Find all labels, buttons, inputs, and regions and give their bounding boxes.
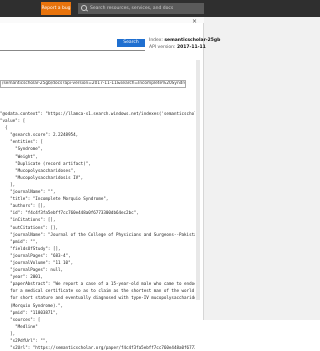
- results-line: "entities": [: [0, 139, 43, 145]
- results-line: "@odata.context": "https://llamca-s1.sea…: [0, 111, 195, 116]
- results-line: for short stature and eventually diagnos…: [0, 295, 195, 301]
- results-line: for a medical certificate so as to claim…: [0, 288, 195, 294]
- results-line: "pmid": "",: [0, 238, 38, 244]
- index-value: semanticscholar-25gb: [164, 38, 221, 43]
- results-line: {: [0, 125, 8, 131]
- results-line: "value": [: [0, 118, 26, 124]
- results-line: "journalPages": "683-4",: [0, 252, 71, 258]
- results-line: "id": "f4c4f3fa5ebff7cc760e448a0f6773300…: [0, 210, 139, 216]
- results-line: "journalVolume": "11 10",: [0, 259, 74, 265]
- report-bug-button[interactable]: Report a bug: [41, 2, 71, 15]
- query-input[interactable]: [0, 50, 145, 51]
- results-line: "outCitations": [],: [0, 224, 58, 230]
- portal-search-placeholder: Search resources, services, and docs: [90, 6, 174, 11]
- results-line: "journalName": "",: [0, 189, 56, 195]
- results-line: "title": "Incomplete Morquio Syndrome",: [0, 196, 109, 202]
- portal-background: [204, 17, 320, 320]
- results-line: "Mucopolysaccharidoses",: [0, 167, 76, 173]
- portal-search-box[interactable]: Search resources, services, and docs: [78, 3, 204, 14]
- results-scrollbar[interactable]: [196, 60, 200, 300]
- results-line: "sources": [: [0, 316, 41, 322]
- api-version-value: 2017-11-11: [177, 45, 206, 50]
- results-line: "Mucopolysaccharidosis IV",: [0, 174, 84, 180]
- results-line: "paperAbstract": "We report a case of a …: [0, 281, 195, 287]
- results-line: "Medline": [0, 323, 38, 329]
- results-line: "fieldsOfStudy": [],: [0, 245, 61, 251]
- results-line: ],: [0, 330, 16, 336]
- search-icon: [81, 5, 87, 11]
- results-line: "journalPages": null,: [0, 267, 64, 273]
- index-label: Index:: [149, 38, 163, 43]
- results-line: "Weight",: [0, 153, 38, 159]
- results-line: ],: [0, 181, 16, 187]
- api-version-info: API version: 2017-11-11: [149, 45, 206, 50]
- results-json: "@odata.context": "https://llamca-s1.sea…: [0, 110, 195, 351]
- results-line: "inCitations": [],: [0, 217, 56, 223]
- results-line: (Morquio Syndrome).",: [0, 302, 64, 308]
- results-line: "Syndrome",: [0, 146, 43, 152]
- results-line: "pmid": "11803871",: [0, 309, 58, 315]
- results-line: "Duplicate (record artifact)",: [0, 160, 91, 166]
- results-line: "journalName": "Journal of the College o…: [0, 231, 195, 237]
- results-line: "s2PdfUrl": "",: [0, 338, 48, 343]
- portal-top-bar: Report a bug Search resources, services,…: [0, 0, 320, 17]
- search-button[interactable]: Search: [117, 39, 145, 47]
- results-line: "authors": [],: [0, 203, 46, 209]
- results-line: "@search.score": 2.2248954,: [0, 132, 79, 138]
- results-line: "year": 2001,: [0, 274, 43, 280]
- request-url[interactable]: /semanticscholar-25gb/docs?api-version=2…: [0, 80, 186, 88]
- api-version-label: API version:: [149, 45, 176, 50]
- index-info: Index: semanticscholar-25gb: [149, 38, 220, 43]
- results-line: "s2Url": "https://semanticscholar.org/pa…: [0, 345, 195, 351]
